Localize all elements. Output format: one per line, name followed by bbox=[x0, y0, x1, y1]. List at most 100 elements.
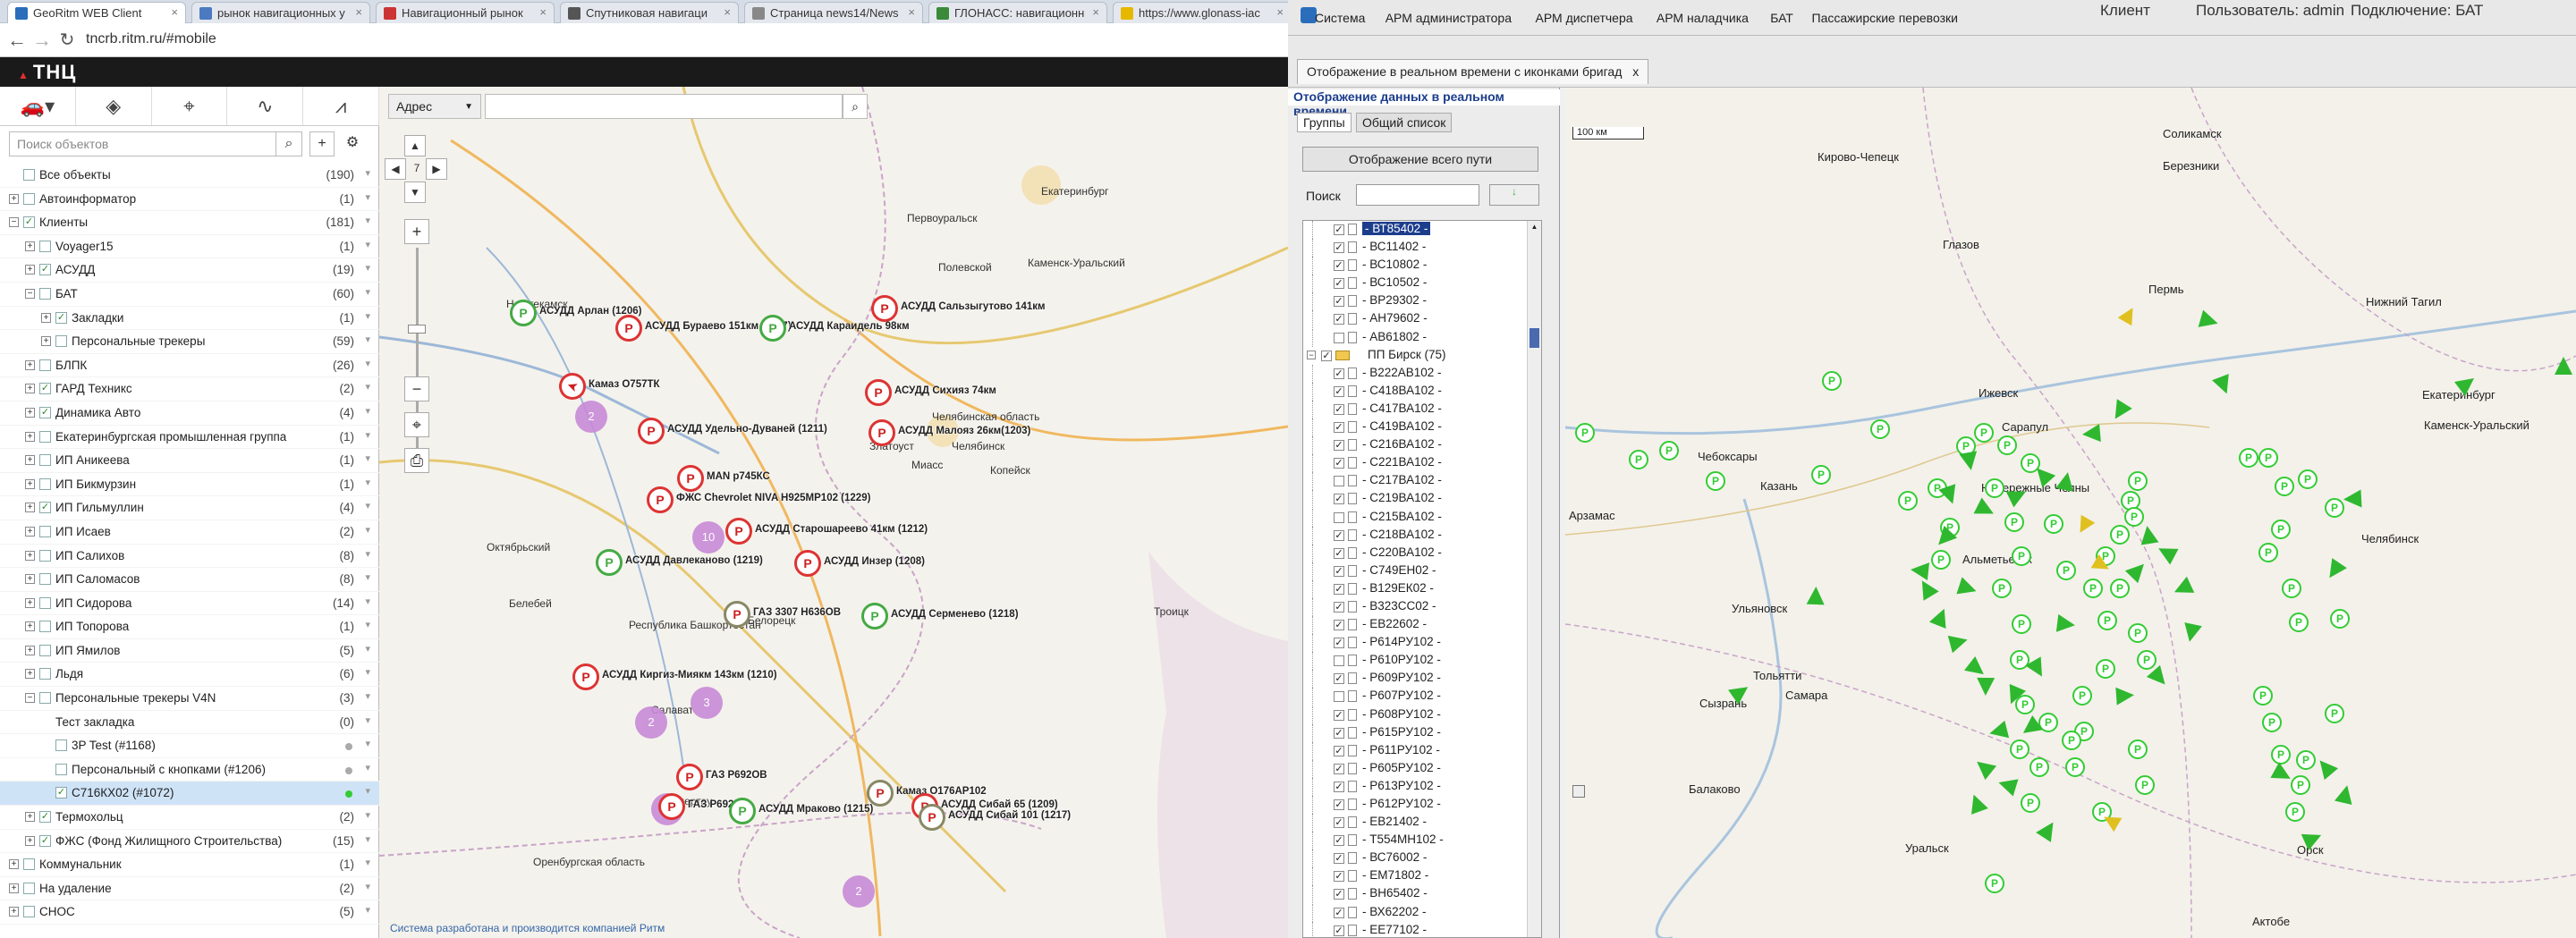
row-menu-chevron-icon[interactable]: ▾ bbox=[365, 524, 370, 536]
vehicle-row[interactable]: ✓ - Р612РУ102 - bbox=[1303, 796, 1541, 814]
tab-close-icon[interactable]: × bbox=[355, 5, 362, 19]
map-object-marker[interactable]: P bbox=[724, 601, 750, 628]
checkbox[interactable]: ✓ bbox=[1334, 494, 1344, 505]
vehicle-parked-marker[interactable]: P bbox=[1985, 874, 2004, 893]
vehicle-parked-marker[interactable]: P bbox=[1811, 465, 1831, 485]
checkbox[interactable]: ✓ bbox=[1334, 314, 1344, 325]
tree-row[interactable]: + ✓ ФЖС (Фонд Жилищного Строительства) (15)… bbox=[0, 830, 379, 854]
row-menu-chevron-icon[interactable]: ▾ bbox=[365, 167, 370, 179]
checkbox[interactable]: ✓ bbox=[39, 383, 51, 395]
row-menu-chevron-icon[interactable]: ▾ bbox=[365, 452, 370, 464]
browser-tab[interactable]: ГЛОНАСС: навигационн × bbox=[928, 2, 1107, 23]
checkbox[interactable]: ✓ bbox=[1334, 817, 1344, 829]
map-object-marker[interactable]: P bbox=[867, 780, 894, 807]
vehicle-moving-arrow-icon[interactable] bbox=[2055, 470, 2077, 492]
map-object-marker[interactable]: P bbox=[638, 418, 665, 444]
vehicle-row[interactable]: ✓ - С218ВА102 - bbox=[1303, 526, 1541, 545]
checkbox[interactable]: ✓ bbox=[39, 811, 51, 824]
map-zoom-bar[interactable] bbox=[1572, 785, 1585, 928]
vehicle-parked-marker[interactable]: P bbox=[2135, 775, 2155, 795]
checkbox[interactable] bbox=[39, 240, 51, 252]
checkbox[interactable]: ✓ bbox=[1334, 925, 1344, 936]
tab-general-list[interactable]: Общий список bbox=[1356, 113, 1453, 132]
vehicle-row[interactable]: - С215ВА102 - bbox=[1303, 508, 1541, 527]
vehicle-row[interactable]: ✓ - С419ВА102 - bbox=[1303, 418, 1541, 437]
row-menu-chevron-icon[interactable]: ▾ bbox=[365, 785, 370, 797]
row-menu-chevron-icon[interactable]: ▾ bbox=[365, 548, 370, 560]
pan-left-icon[interactable]: ◀ bbox=[385, 158, 406, 180]
map-object-marker[interactable]: P bbox=[871, 295, 898, 322]
checkbox[interactable] bbox=[23, 882, 35, 894]
map-object-marker[interactable]: P bbox=[510, 300, 537, 326]
menu-item[interactable]: Пассажирские перевозки bbox=[1812, 11, 1958, 25]
tree-row[interactable]: + Персональные трекеры (59) ▾ bbox=[0, 330, 379, 354]
checkbox[interactable]: ✓ bbox=[1334, 853, 1344, 865]
settings-icon[interactable]: ⚙ bbox=[340, 131, 365, 156]
vehicle-row[interactable]: ✓ - Р613РУ102 - bbox=[1303, 777, 1541, 796]
vehicle-row[interactable]: ✓ - Р605РУ102 - bbox=[1303, 759, 1541, 778]
vehicle-parked-marker[interactable]: P bbox=[2062, 731, 2081, 750]
row-menu-chevron-icon[interactable]: ▾ bbox=[365, 310, 370, 322]
vehicle-parked-marker[interactable]: P bbox=[2128, 739, 2148, 759]
expand-toggle-icon[interactable]: + bbox=[25, 526, 35, 537]
checkbox[interactable]: ✓ bbox=[1334, 403, 1344, 415]
row-menu-chevron-icon[interactable]: ▾ bbox=[365, 666, 370, 678]
tab-realtime[interactable]: Отображение в реальном времени с иконкам… bbox=[1297, 59, 1649, 84]
browser-tab[interactable]: https://www.glonass-iac × bbox=[1113, 2, 1288, 23]
row-menu-chevron-icon[interactable]: ▾ bbox=[365, 286, 370, 298]
checkbox[interactable]: ✓ bbox=[1334, 422, 1344, 434]
browser-tab[interactable]: рынок навигационных у × bbox=[191, 2, 370, 23]
checkbox[interactable]: ✓ bbox=[1334, 727, 1344, 739]
list-scrollbar[interactable]: ▲ bbox=[1527, 221, 1541, 937]
browser-tab[interactable]: GeoRitm WEB Client × bbox=[7, 2, 186, 24]
vehicle-parked-marker[interactable]: P bbox=[2110, 525, 2130, 545]
search-icon[interactable]: ⌕ bbox=[275, 131, 302, 156]
checkbox[interactable] bbox=[1334, 332, 1344, 343]
vehicle-moving-arrow-icon[interactable] bbox=[2555, 357, 2572, 375]
vehicle-parked-marker[interactable]: P bbox=[2065, 757, 2085, 777]
route-icon[interactable]: ∿ bbox=[227, 87, 304, 125]
tab-close-icon[interactable]: × bbox=[908, 5, 915, 19]
vehicle-row[interactable]: ✓ - ВТ85402 - bbox=[1303, 221, 1541, 239]
map-object-marker[interactable]: P bbox=[658, 793, 685, 820]
tree-row[interactable]: + Екатеринбургская промышленная группа (1)… bbox=[0, 426, 379, 450]
expand-toggle-icon[interactable]: − bbox=[9, 217, 19, 228]
vehicle-parked-marker[interactable]: P bbox=[2325, 704, 2344, 723]
vehicle-row[interactable]: ✓ - ВН65402 - bbox=[1303, 885, 1541, 904]
address-input[interactable] bbox=[485, 94, 843, 119]
row-menu-chevron-icon[interactable]: ▾ bbox=[365, 643, 370, 655]
tree-row[interactable]: 3P Test (#1168) ▾ bbox=[0, 734, 379, 758]
vehicle-parked-marker[interactable]: P bbox=[2124, 507, 2144, 527]
vehicle-row[interactable]: ✓ - ВХ62202 - bbox=[1303, 903, 1541, 922]
vehicle-parked-marker[interactable]: P bbox=[2004, 512, 2024, 532]
checkbox[interactable]: ✓ bbox=[39, 406, 51, 418]
vehicle-parked-marker[interactable]: P bbox=[1706, 471, 1725, 491]
vehicle-parked-marker[interactable]: P bbox=[1985, 478, 2004, 498]
vehicle-moving-arrow-icon[interactable] bbox=[2081, 424, 2101, 444]
vehicle-row[interactable]: - Р607РУ102 - bbox=[1303, 688, 1541, 706]
vehicle-parked-marker[interactable]: P bbox=[2128, 623, 2148, 643]
search-go-icon[interactable]: ↓ bbox=[1489, 184, 1539, 206]
vehicle-row[interactable]: ✓ - ЕЕ77102 - bbox=[1303, 921, 1541, 937]
checkbox[interactable]: ✓ bbox=[1334, 278, 1344, 290]
checkbox[interactable] bbox=[55, 335, 67, 348]
map-object-marker[interactable]: P bbox=[759, 315, 786, 342]
add-icon[interactable]: + bbox=[309, 131, 335, 156]
row-menu-chevron-icon[interactable]: ▾ bbox=[365, 500, 370, 511]
map-object-marker[interactable]: P bbox=[647, 486, 674, 513]
pan-right-icon[interactable]: ▶ bbox=[426, 158, 447, 180]
vehicle-parked-marker[interactable]: P bbox=[1997, 435, 2017, 455]
row-menu-chevron-icon[interactable]: ▾ bbox=[365, 714, 370, 726]
checkbox[interactable]: ✓ bbox=[1334, 583, 1344, 595]
vehicle-row[interactable]: − ✓ ПП Бирск (75) bbox=[1303, 347, 1541, 365]
tree-row[interactable]: Персональный с кнопками (#1206) ▾ bbox=[0, 758, 379, 782]
tree-row[interactable]: + ✓ ГАРД Техникс (2) ▾ bbox=[0, 377, 379, 401]
vehicle-moving-arrow-icon[interactable] bbox=[2138, 524, 2159, 545]
row-menu-chevron-icon[interactable]: ▾ bbox=[365, 904, 370, 916]
checkbox[interactable] bbox=[39, 668, 51, 680]
checkbox[interactable]: ✓ bbox=[1334, 763, 1344, 774]
expand-toggle-icon[interactable]: + bbox=[25, 503, 35, 513]
checkbox[interactable]: ✓ bbox=[1334, 709, 1344, 721]
tree-row[interactable]: + ✓ ИП Гильмуллин (4) ▾ bbox=[0, 496, 379, 520]
tab-close-icon[interactable]: × bbox=[1276, 5, 1284, 19]
